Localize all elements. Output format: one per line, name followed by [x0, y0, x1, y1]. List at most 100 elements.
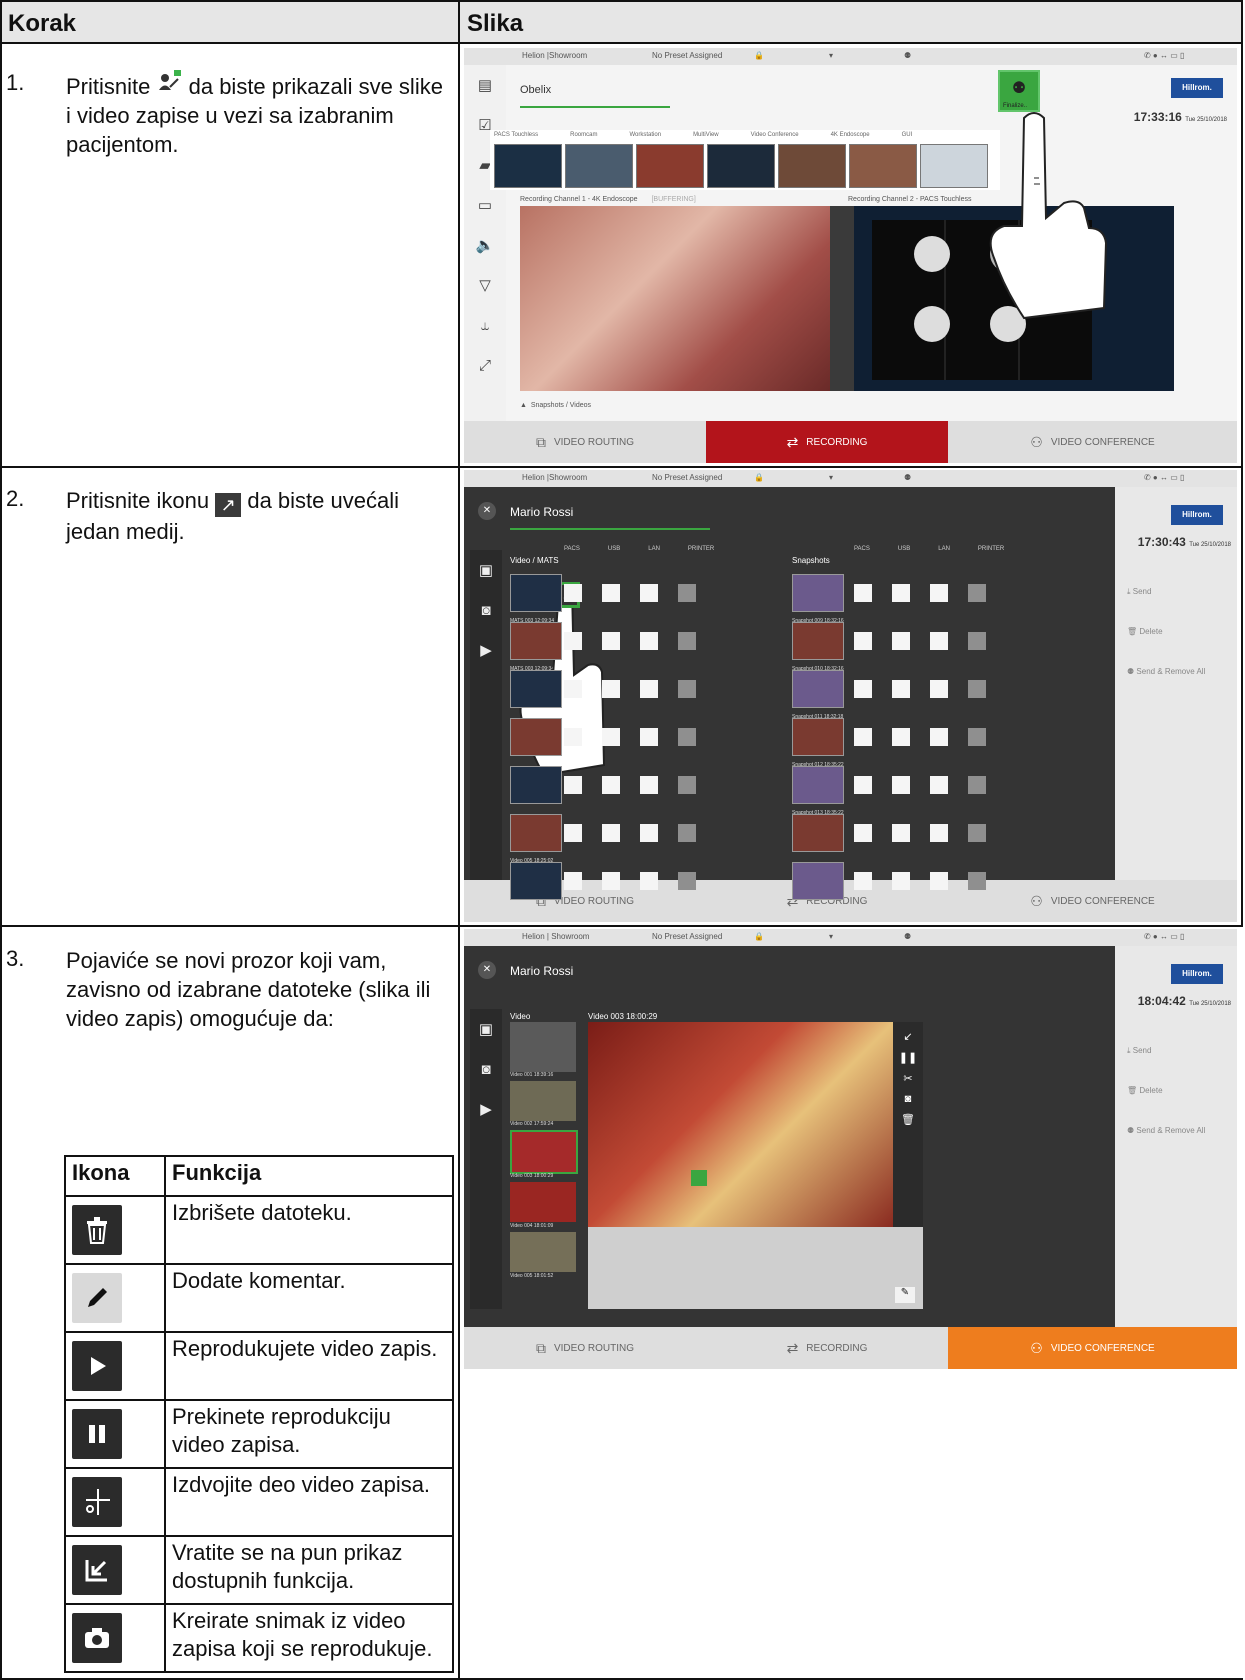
- export-checkbox[interactable]: [564, 824, 582, 842]
- list-item[interactable]: [510, 1182, 576, 1222]
- export-checkbox[interactable]: [892, 824, 910, 842]
- phone-icon[interactable]: ✆ ● ↔ ▭ ▯: [1144, 51, 1184, 60]
- chevron-down-icon[interactable]: ▾: [829, 51, 833, 60]
- video-thumbnail[interactable]: [510, 862, 562, 900]
- table-icon[interactable]: ⥿: [464, 305, 506, 345]
- id-card-icon[interactable]: ▤: [464, 65, 506, 105]
- export-checkbox[interactable]: [564, 728, 582, 746]
- chevron-down-icon[interactable]: ▾: [829, 932, 833, 941]
- tab-recording[interactable]: ⇄ RECORDING: [706, 1327, 948, 1369]
- lock-icon[interactable]: 🔒: [754, 51, 764, 60]
- film-icon[interactable]: ▶: [470, 1089, 502, 1129]
- display-icon[interactable]: ▭: [464, 185, 506, 225]
- close-icon[interactable]: ✕: [478, 502, 496, 520]
- source-thumb[interactable]: [778, 144, 846, 188]
- export-checkbox[interactable]: [640, 632, 658, 650]
- export-checkbox[interactable]: [602, 584, 620, 602]
- export-checkbox[interactable]: [640, 680, 658, 698]
- export-checkbox[interactable]: [640, 824, 658, 842]
- tab-video-routing[interactable]: ⧉ VIDEO ROUTING: [464, 1327, 706, 1369]
- snapshot-thumbnail[interactable]: [792, 766, 844, 804]
- film-icon[interactable]: ▶: [470, 630, 502, 670]
- pause-icon[interactable]: ❚❚: [893, 1051, 923, 1064]
- export-checkbox[interactable]: [968, 824, 986, 842]
- export-checkbox[interactable]: [930, 680, 948, 698]
- comment-area[interactable]: ✎: [588, 1227, 923, 1309]
- export-checkbox[interactable]: [930, 632, 948, 650]
- export-checkbox[interactable]: [854, 584, 872, 602]
- export-checkbox[interactable]: [640, 776, 658, 794]
- snapshot-thumbnail[interactable]: [792, 670, 844, 708]
- export-checkbox[interactable]: [892, 680, 910, 698]
- snapshot-thumbnail[interactable]: [792, 574, 844, 612]
- export-checkbox[interactable]: [892, 728, 910, 746]
- export-checkbox[interactable]: [968, 776, 986, 794]
- user-icon[interactable]: ⚉: [904, 51, 911, 60]
- export-checkbox[interactable]: [602, 632, 620, 650]
- snapshot-thumbnail[interactable]: [792, 862, 844, 900]
- export-checkbox[interactable]: [892, 872, 910, 890]
- video-thumbnail[interactable]: [510, 574, 562, 612]
- export-checkbox[interactable]: [678, 584, 696, 602]
- snapshot-thumbnail[interactable]: [792, 622, 844, 660]
- source-thumb[interactable]: [494, 144, 562, 188]
- lock-icon[interactable]: 🔒: [754, 932, 764, 941]
- export-checkbox[interactable]: [930, 824, 948, 842]
- source-thumb[interactable]: [707, 144, 775, 188]
- export-checkbox[interactable]: [602, 728, 620, 746]
- user-icon[interactable]: ⚉: [904, 473, 911, 482]
- export-checkbox[interactable]: [930, 872, 948, 890]
- export-checkbox[interactable]: [564, 632, 582, 650]
- speaker-icon[interactable]: 🔈: [464, 225, 506, 265]
- channel-1-controls[interactable]: [830, 206, 856, 391]
- snapshots-toggle[interactable]: ▲ Snapshots / Videos: [520, 402, 591, 409]
- export-checkbox[interactable]: [640, 872, 658, 890]
- export-checkbox[interactable]: [968, 632, 986, 650]
- phone-icon[interactable]: ✆ ● ↔ ▭ ▯: [1144, 932, 1184, 941]
- close-icon[interactable]: ✕: [478, 961, 496, 979]
- export-checkbox[interactable]: [854, 872, 872, 890]
- export-checkbox[interactable]: [854, 776, 872, 794]
- video-thumbnail[interactable]: [510, 814, 562, 852]
- export-checkbox[interactable]: [930, 728, 948, 746]
- export-checkbox[interactable]: [892, 776, 910, 794]
- export-checkbox[interactable]: [602, 872, 620, 890]
- camera-icon[interactable]: ◙: [893, 1093, 923, 1105]
- video-channel-1[interactable]: [520, 206, 830, 391]
- export-checkbox[interactable]: [678, 632, 696, 650]
- video-thumbnail[interactable]: [510, 670, 562, 708]
- video-thumbnail[interactable]: [510, 718, 562, 756]
- export-checkbox[interactable]: [854, 632, 872, 650]
- send-remove-all-button[interactable]: ⚉ Send & Remove All: [1127, 667, 1227, 676]
- finalize-button[interactable]: ⚉ Finalize..: [998, 70, 1040, 112]
- tab-video-routing[interactable]: ⧉ VIDEO ROUTING: [464, 880, 706, 922]
- stack-icon[interactable]: ▣: [470, 1009, 502, 1049]
- export-checkbox[interactable]: [854, 728, 872, 746]
- stack-icon[interactable]: ▣: [470, 550, 502, 590]
- send-button[interactable]: ⤓ Send: [1127, 587, 1227, 597]
- source-thumb[interactable]: [565, 144, 633, 188]
- camera-icon[interactable]: ◙: [470, 1049, 502, 1089]
- list-item-selected[interactable]: [510, 1130, 578, 1174]
- source-thumb[interactable]: [849, 144, 917, 188]
- export-checkbox[interactable]: [678, 680, 696, 698]
- export-checkbox[interactable]: [602, 776, 620, 794]
- export-checkbox[interactable]: [854, 680, 872, 698]
- cut-icon[interactable]: ✂: [893, 1072, 923, 1085]
- camera-icon[interactable]: ◙: [470, 590, 502, 630]
- export-checkbox[interactable]: [892, 584, 910, 602]
- tab-recording[interactable]: ⇄ RECORDING: [706, 421, 948, 463]
- pencil-icon[interactable]: ✎: [895, 1287, 915, 1303]
- export-checkbox[interactable]: [678, 728, 696, 746]
- export-checkbox[interactable]: [930, 776, 948, 794]
- snapshot-thumbnail[interactable]: [792, 718, 844, 756]
- export-checkbox[interactable]: [640, 584, 658, 602]
- video-player[interactable]: [588, 1022, 893, 1227]
- delete-button[interactable]: 🗑 Delete: [1127, 627, 1227, 636]
- tab-video-routing[interactable]: ⧉ VIDEO ROUTING: [464, 421, 706, 463]
- list-item[interactable]: [510, 1232, 576, 1272]
- export-checkbox[interactable]: [968, 728, 986, 746]
- export-checkbox[interactable]: [678, 872, 696, 890]
- chevron-down-icon[interactable]: ▾: [829, 473, 833, 482]
- export-checkbox[interactable]: [564, 584, 582, 602]
